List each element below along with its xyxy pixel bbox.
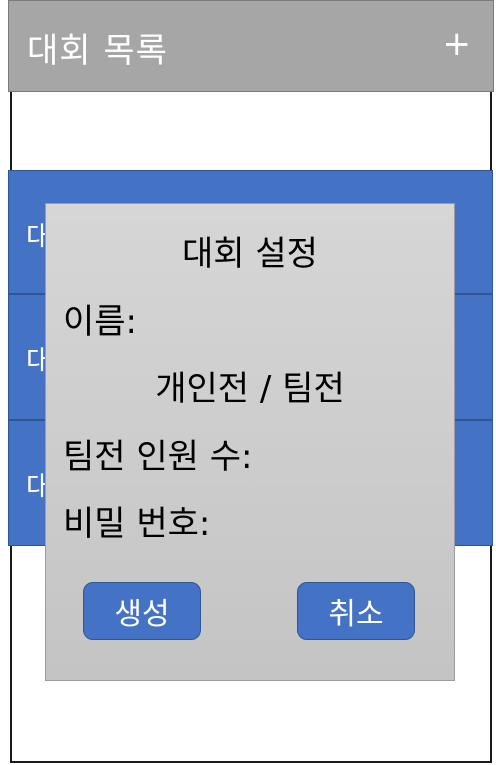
mode-toggle[interactable]: 개인전 / 팀전 [46,361,454,410]
page-title: 대회 목록 [27,31,168,71]
team-size-field[interactable]: 팀전 인원 수: [63,429,252,478]
plus-icon[interactable]: + [443,27,472,61]
tournament-settings-dialog: 대회 설정 이름: 개인전 / 팀전 팀전 인원 수: 비밀 번호: 생성 취소 [45,203,455,681]
dialog-title: 대회 설정 [182,234,318,274]
header-bar: 대회 목록 + [8,0,494,92]
create-button[interactable]: 생성 [83,582,201,640]
cancel-button[interactable]: 취소 [297,582,415,640]
name-field[interactable]: 이름: [63,294,137,343]
password-field[interactable]: 비밀 번호: [63,496,210,545]
